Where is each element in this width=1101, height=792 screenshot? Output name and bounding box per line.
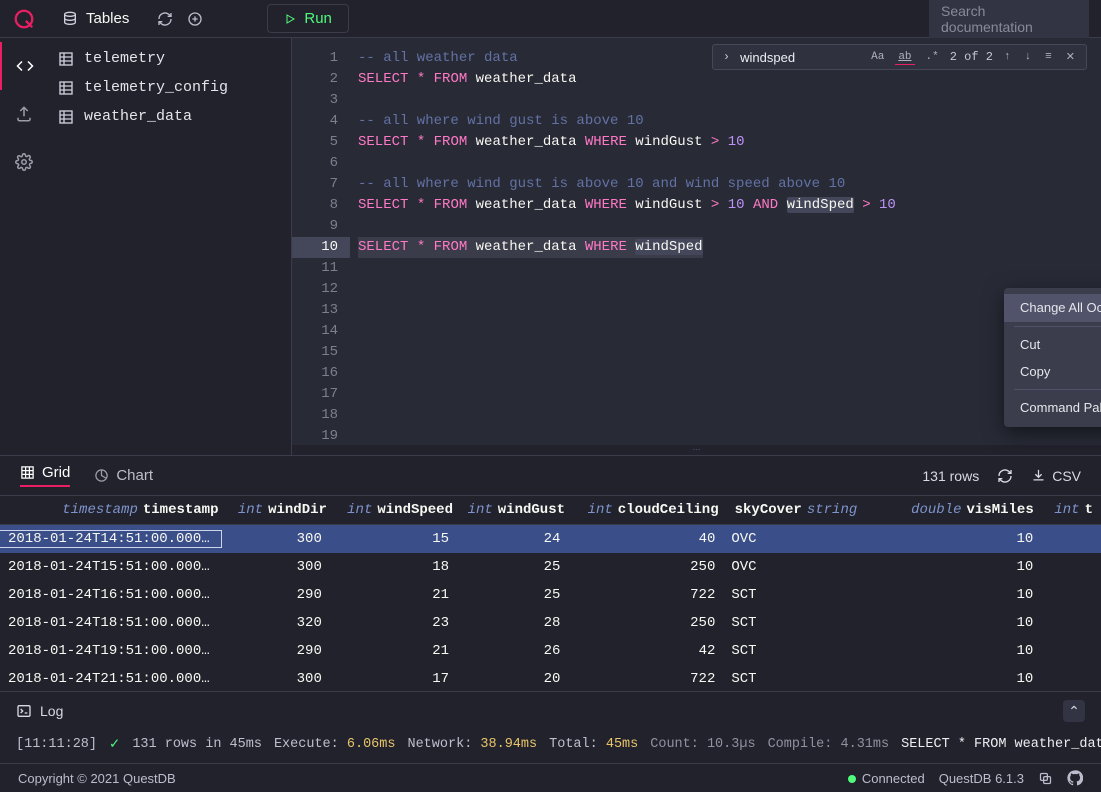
copyright: Copyright © 2021 QuestDB	[18, 771, 176, 786]
results-refresh-icon[interactable]	[997, 468, 1013, 484]
search-documentation-input[interactable]: Search documentation	[929, 0, 1089, 41]
log-query: SELECT * FROM weather_data WHERE wind…	[901, 737, 1101, 752]
version-label: QuestDB 6.1.3	[939, 771, 1024, 786]
context-menu: Change All Occurrences⌘F2 CutCopy Command …	[1004, 288, 1101, 427]
col-skyCover[interactable]: skyCover string	[727, 502, 869, 518]
col-windGust[interactable]: int windGust	[461, 502, 573, 518]
copy-icon[interactable]	[1038, 771, 1053, 786]
ctx-cut[interactable]: Cut	[1004, 331, 1101, 358]
find-word-icon[interactable]: ab	[895, 50, 914, 65]
col-windDir[interactable]: int windDir	[227, 502, 335, 518]
tab-chart[interactable]: Chart	[94, 467, 153, 484]
ctx-copy[interactable]: Copy	[1004, 358, 1101, 385]
col-t[interactable]: int t	[1042, 502, 1101, 518]
log-timestamp: [11:11:28]	[16, 737, 97, 752]
log-title: Log	[40, 703, 63, 719]
find-expand-icon[interactable]: ›	[721, 50, 732, 64]
tables-tab-label: Tables	[86, 10, 129, 27]
find-count: 2 of 2	[950, 50, 993, 64]
find-regex-icon[interactable]: .*	[923, 50, 942, 64]
tab-grid[interactable]: Grid	[20, 464, 70, 487]
terminal-icon	[16, 703, 32, 719]
export-csv-button[interactable]: CSV	[1031, 468, 1081, 484]
check-icon: ✓	[109, 736, 120, 753]
rail-editor-icon[interactable]	[0, 42, 48, 90]
rail-upload-icon[interactable]	[0, 90, 48, 138]
tables-tab[interactable]: Tables	[48, 0, 143, 38]
sidebar-table-telemetry_config[interactable]: telemetry_config	[48, 73, 291, 102]
col-windSpeed[interactable]: int windSpeed	[335, 502, 461, 518]
sidebar-table-telemetry[interactable]: telemetry	[48, 44, 291, 73]
find-widget: › Aa ab .* 2 of 2 ↑ ↓ ≡ ✕	[712, 44, 1087, 70]
refresh-icon[interactable]	[157, 11, 173, 27]
col-visMiles[interactable]: double visMiles	[868, 502, 1041, 518]
log-summary: 131 rows in 45ms	[132, 737, 262, 752]
run-label: Run	[304, 10, 332, 27]
table-row[interactable]: 2018-01-24T14:51:00.0000…300152440OVC10	[0, 525, 1101, 553]
find-close-icon[interactable]: ✕	[1063, 49, 1078, 65]
find-next-icon[interactable]: ↓	[1022, 50, 1035, 64]
sidebar-table-weather_data[interactable]: weather_data	[48, 102, 291, 131]
github-icon[interactable]	[1067, 770, 1083, 786]
col-cloudCeiling[interactable]: int cloudCeiling	[573, 502, 727, 518]
table-row[interactable]: 2018-01-24T21:51:00.0000…3001720722SCT10	[0, 665, 1101, 691]
connection-status: Connected	[848, 771, 925, 786]
add-icon[interactable]	[187, 11, 203, 27]
log-collapse-icon[interactable]: ⌃	[1063, 700, 1085, 722]
table-row[interactable]: 2018-01-24T19:51:00.0000…290212642SCT10	[0, 637, 1101, 665]
ctx-command-palette[interactable]: Command PaletteF1	[1004, 394, 1101, 421]
row-count: 131 rows	[922, 468, 979, 484]
play-icon	[284, 13, 296, 25]
table-row[interactable]: 2018-01-24T16:51:00.0000…2902125722SCT10	[0, 581, 1101, 609]
table-row[interactable]: 2018-01-24T15:51:00.0000…3001825250OVC10	[0, 553, 1101, 581]
download-icon	[1031, 468, 1046, 483]
find-prev-icon[interactable]: ↑	[1001, 50, 1014, 64]
rail-settings-icon[interactable]	[0, 138, 48, 186]
editor-resize-handle[interactable]: ⋯	[292, 445, 1101, 455]
ctx-change-all-occurrences[interactable]: Change All Occurrences⌘F2	[1004, 294, 1101, 322]
find-input[interactable]	[740, 50, 860, 65]
find-case-icon[interactable]: Aa	[868, 50, 887, 64]
table-row[interactable]: 2018-01-24T18:51:00.0000…3202328250SCT10	[0, 609, 1101, 637]
run-button[interactable]: Run	[267, 4, 349, 33]
app-logo	[0, 0, 48, 38]
col-timestamp[interactable]: timestamp timestamp	[8, 502, 227, 518]
find-selection-icon[interactable]: ≡	[1042, 50, 1055, 64]
